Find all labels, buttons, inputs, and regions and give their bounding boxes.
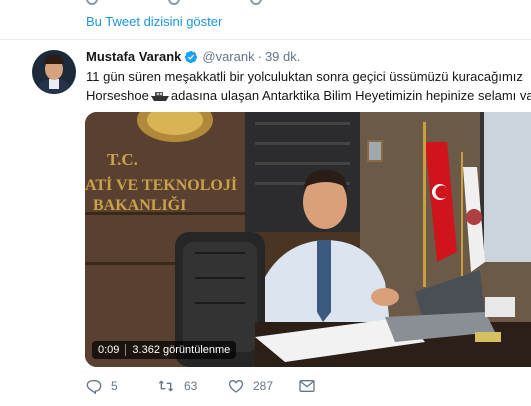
prev-retweet[interactable] xyxy=(168,0,180,6)
prev-like[interactable] xyxy=(250,0,262,6)
tweet-actions: 5 63 287 xyxy=(86,378,315,394)
like-count: 287 xyxy=(253,379,274,393)
video-view-count: 3.362 görüntülenme xyxy=(132,344,231,356)
video-duration: 0:09 xyxy=(98,344,120,356)
video-frame: T.C. ATİ VE TEKNOLOJİ BAKANLIĞI xyxy=(85,112,531,367)
tweet-text-part-a: Horseshoe xyxy=(86,88,149,103)
reply-button[interactable]: 5 xyxy=(86,378,157,394)
reply-icon xyxy=(86,0,98,5)
heart-icon xyxy=(250,0,262,5)
prev-reply[interactable] xyxy=(86,0,98,6)
retweet-count: 63 xyxy=(184,379,198,393)
sign-line-3: BAKANLIĞI xyxy=(93,195,186,214)
video-player[interactable]: T.C. ATİ VE TEKNOLOJİ BAKANLIĞI 0:09 3.3… xyxy=(85,112,531,367)
show-thread-link[interactable]: Bu Tweet dizisini göster xyxy=(86,14,222,29)
tweet-text-part-b: adasına ulaşan Antarktika Bilim Heyetimi… xyxy=(170,88,531,103)
tweet-timestamp[interactable]: 39 dk. xyxy=(265,49,300,64)
direct-message-button[interactable] xyxy=(299,379,315,393)
previous-tweet-actions xyxy=(86,0,262,6)
avatar[interactable] xyxy=(32,50,76,94)
badge-divider xyxy=(125,344,127,356)
tweet-header: Mustafa Varank @varank · 39 dk. xyxy=(86,49,300,64)
ship-emoji-icon xyxy=(150,92,169,101)
verified-badge-icon xyxy=(185,50,198,63)
envelope-icon xyxy=(299,380,315,392)
avatar-hair xyxy=(44,55,64,64)
tweet-text: 11 gün süren meşakkatli bir yolculuktan … xyxy=(86,67,531,105)
tweet[interactable]: Mustafa Varank @varank · 39 dk. 11 gün s… xyxy=(0,40,531,406)
reply-count: 5 xyxy=(111,379,118,393)
sign-line-2: ATİ VE TEKNOLOJİ xyxy=(85,175,237,194)
heart-icon xyxy=(228,379,244,393)
reply-icon xyxy=(86,380,102,394)
author-handle[interactable]: @varank xyxy=(202,49,254,64)
retweet-icon xyxy=(158,380,174,392)
author-name[interactable]: Mustafa Varank xyxy=(86,49,181,64)
like-button[interactable]: 287 xyxy=(228,378,299,394)
tweet-text-line-1: 11 gün süren meşakkatli bir yolculuktan … xyxy=(86,69,523,84)
retweet-icon xyxy=(168,0,180,5)
header-separator: · xyxy=(257,49,262,64)
avatar-shirt xyxy=(49,79,59,89)
sign-tc: T.C. xyxy=(107,150,138,169)
video-info-badge: 0:09 3.362 görüntülenme xyxy=(92,341,237,359)
retweet-button[interactable]: 63 xyxy=(157,378,228,394)
tweet-text-line-2: Horseshoe adasına ulaşan Antarktika Bili… xyxy=(86,86,531,105)
